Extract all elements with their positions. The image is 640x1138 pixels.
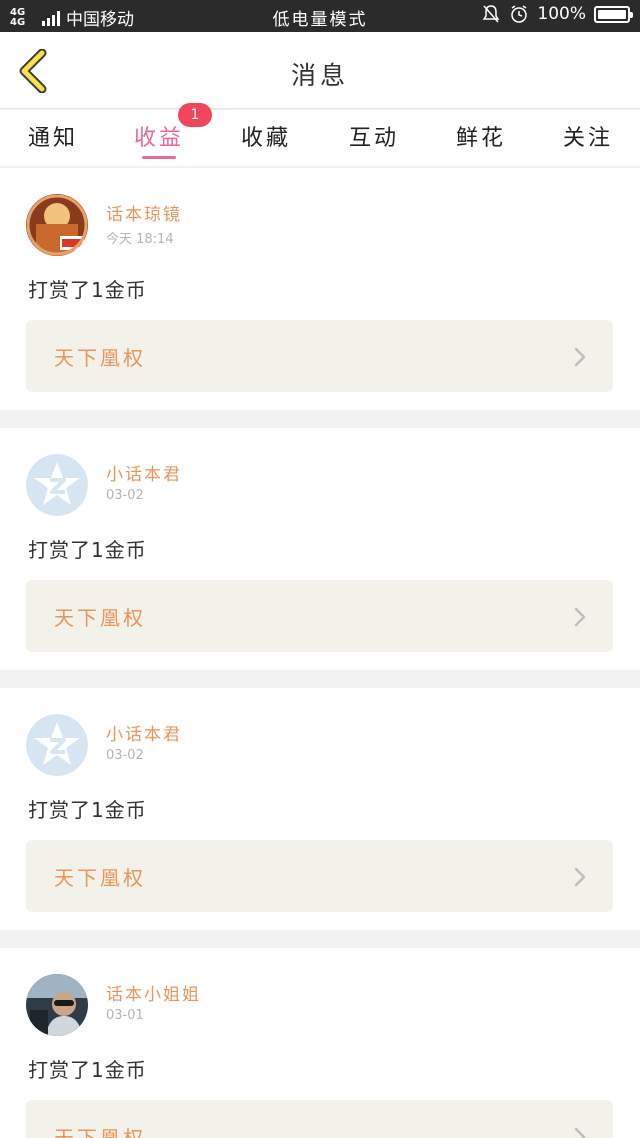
message-card: 话本小姐姐 03-01 打赏了1金币 天下凰权 (0, 948, 640, 1138)
chevron-right-icon (574, 867, 586, 887)
earnings-badge: 1 (178, 103, 212, 127)
book-link[interactable]: 天下凰权 (26, 1100, 613, 1138)
page-title: 消息 (290, 61, 349, 90)
sender-name[interactable]: 话本小姐姐 (106, 980, 201, 1005)
tab-notifications[interactable]: 通知 (28, 120, 78, 152)
message-time: 03-02 (106, 748, 144, 763)
sender-name[interactable]: 话本琼镜 (106, 200, 182, 225)
avatar[interactable] (26, 714, 88, 776)
alarm-icon (511, 5, 528, 23)
chevron-right-icon (574, 607, 586, 627)
avatar[interactable] (26, 194, 88, 256)
active-tab-indicator (142, 156, 176, 159)
message-time: 03-01 (106, 1008, 144, 1023)
sender-name[interactable]: 小话本君 (106, 460, 182, 485)
message-card: 话本琼镜 今天 18:14 打赏了1金币 天下凰权 (0, 168, 640, 410)
chevron-right-icon (574, 1127, 586, 1138)
book-link[interactable]: 天下凰权 (26, 320, 613, 392)
battery-percent: 100% (537, 4, 586, 24)
tab-earnings[interactable]: 收益 (134, 120, 184, 152)
message-text: 打赏了1金币 (28, 1058, 147, 1082)
avatar[interactable] (26, 974, 88, 1036)
message-time: 03-02 (106, 488, 144, 503)
status-bar: 4G 4G 中国移动 低电量模式 100% (0, 0, 640, 32)
avatar[interactable] (26, 454, 88, 516)
book-link[interactable]: 天下凰权 (26, 580, 613, 652)
tab-flowers[interactable]: 鲜花 (456, 120, 506, 152)
tab-favorites[interactable]: 收藏 (241, 120, 291, 152)
tab-bar: 通知 收益 收藏 互动 鲜花 关注 (0, 110, 640, 166)
tab-interactions[interactable]: 互动 (349, 120, 399, 152)
book-title: 天下凰权 (54, 866, 146, 890)
message-text: 打赏了1金币 (28, 798, 147, 822)
chevron-right-icon (574, 347, 586, 367)
book-title: 天下凰权 (54, 346, 146, 370)
message-card: 小话本君 03-02 打赏了1金币 天下凰权 (0, 428, 640, 670)
message-time: 今天 18:14 (106, 232, 174, 247)
book-title: 天下凰权 (54, 606, 146, 630)
message-text: 打赏了1金币 (28, 538, 147, 562)
tab-follows[interactable]: 关注 (563, 120, 613, 152)
mute-bell-icon (482, 5, 500, 23)
nav-header: 消息 (0, 32, 640, 109)
book-link[interactable]: 天下凰权 (26, 840, 613, 912)
message-card: 小话本君 03-02 打赏了1金币 天下凰权 (0, 688, 640, 930)
battery-icon (594, 5, 633, 23)
sender-name[interactable]: 小话本君 (106, 720, 182, 745)
book-title: 天下凰权 (54, 1126, 146, 1138)
message-text: 打赏了1金币 (28, 278, 147, 302)
